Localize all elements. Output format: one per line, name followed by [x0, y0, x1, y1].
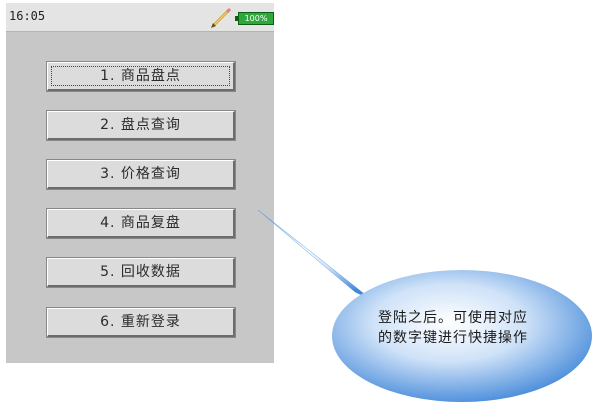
callout-text: 登陆之后。可使用对应的数字键进行快捷操作: [378, 310, 528, 346]
callout-pointer: [257, 209, 373, 301]
